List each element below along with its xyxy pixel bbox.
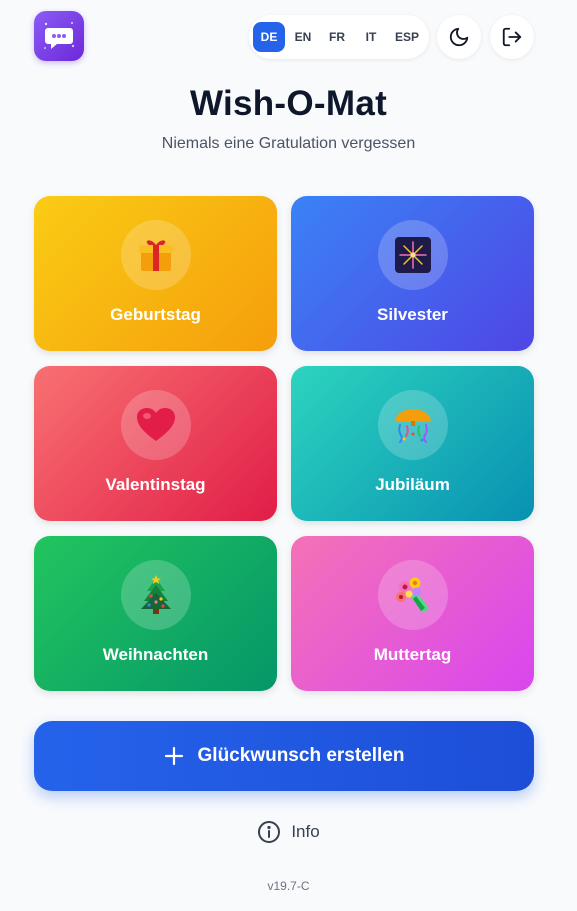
occasion-label: Muttertag [373,645,452,664]
create-greeting-label: Glückwunsch erstellen [197,745,405,766]
page-subtitle: Niemals eine Gratulation vergessen [161,135,416,152]
logout-icon [502,27,522,47]
logout-button[interactable] [490,15,534,59]
occasion-label: Jubiläum [375,475,450,494]
occasion-card-anniversary[interactable]: Jubiläum [291,366,534,521]
version-label: v19.7-C [267,879,310,893]
occasion-card-mothers-day[interactable]: Muttertag [291,536,534,691]
moon-icon [449,27,469,47]
occasion-label: Geburtstag [110,305,201,324]
create-greeting-button[interactable]: Glückwunsch erstellen [34,721,534,791]
occasion-card-valentines[interactable]: Valentinstag [34,366,277,521]
language-switcher: DE EN FR IT ESP [249,15,430,59]
occasion-label: Valentinstag [105,475,206,494]
occasion-card-birthday[interactable]: Geburtstag [34,196,277,351]
occasion-grid: Geburtstag Silvester Valentinstag Jubilä… [34,196,534,691]
page-title: Wish-O-Mat [189,84,388,123]
occasion-label: Silvester [377,305,448,324]
lang-it-button[interactable]: IT [355,22,387,52]
occasion-card-new-year[interactable]: Silvester [291,196,534,351]
confetti-icon [377,390,448,460]
chat-bubble-icon [44,22,75,49]
info-link[interactable]: Info [0,820,577,844]
occasion-card-christmas[interactable]: Weihnachten [34,536,277,691]
gift-icon [120,220,191,290]
app-logo [34,11,84,61]
lang-fr-button[interactable]: FR [321,22,353,52]
lang-de-button[interactable]: DE [253,22,285,52]
occasion-label: Weihnachten [102,645,209,664]
fireworks-icon [377,220,448,290]
lang-en-button[interactable]: EN [287,22,319,52]
christmas-tree-icon [120,560,191,630]
lang-esp-button[interactable]: ESP [389,22,425,52]
bouquet-icon [377,560,448,630]
info-icon [258,821,281,843]
info-label: Info [291,822,320,841]
plus-icon [164,746,183,766]
heart-icon [120,390,191,460]
theme-toggle-button[interactable] [437,15,481,59]
